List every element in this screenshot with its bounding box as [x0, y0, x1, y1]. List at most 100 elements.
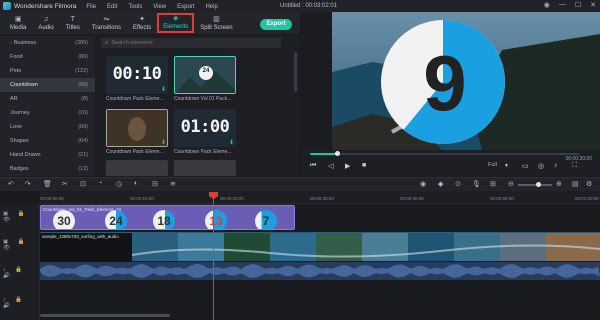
zoom-in-icon[interactable]: ⊕ [556, 180, 562, 188]
category-pets[interactable]: Pets (122) [0, 64, 95, 78]
delete-icon[interactable]: 🗑 [43, 180, 52, 188]
music-note-icon: ♫ [43, 16, 49, 23]
track-head-elements[interactable]: ▣ 🔒 👁 [3, 211, 39, 223]
tab-titles[interactable]: T Titles [60, 12, 86, 34]
element-thumb-6[interactable] [174, 160, 236, 176]
crop-icon[interactable]: ⊡ [80, 180, 86, 188]
playhead[interactable] [213, 193, 214, 320]
download-icon[interactable]: ⬇ [161, 139, 166, 146]
countdown-circle-thumb: 30 [53, 210, 75, 229]
download-icon[interactable]: ⬇ [161, 86, 166, 93]
element-clip[interactable]: Countdown_Vol_01_Pack_Element_18 30 24 1… [40, 205, 295, 230]
play-icon[interactable]: ▶ [345, 162, 350, 170]
video-clip[interactable]: sample_1280x720_surfing_with_audio [40, 232, 600, 261]
time-ruler[interactable]: 00:00:00:00 00:00:10:00 00:00:20:00 00:0… [40, 191, 600, 204]
zoom-slider-handle[interactable] [536, 182, 542, 187]
category-ar[interactable]: AR (8) [0, 92, 95, 106]
snapshot-icon[interactable]: ⊞ [490, 180, 496, 188]
category-food[interactable]: Food (86) [0, 50, 95, 64]
duration-icon[interactable]: ◷ [116, 180, 122, 188]
search-icon: ⌕ [105, 39, 109, 46]
app-name: Wondershare Filmora [14, 2, 77, 10]
undo-icon[interactable]: ↶ [8, 180, 14, 188]
element-label-4: Countdown Pack Eleme... [174, 149, 232, 155]
mask-icon[interactable]: ⊙ [455, 180, 461, 188]
download-icon[interactable]: ⬇ [229, 139, 234, 146]
playback-scrubber[interactable] [335, 151, 340, 156]
zoom-out-icon[interactable]: ⊖ [508, 180, 514, 188]
close-icon[interactable]: ✕ [590, 1, 596, 9]
menu-file[interactable]: File [86, 4, 96, 10]
marker-icon[interactable]: ◆ [438, 180, 443, 188]
fullscreen-icon[interactable]: ⛶ [572, 162, 577, 170]
category-business[interactable]: › Business (389) [0, 36, 95, 50]
element-thumb-5[interactable] [106, 160, 168, 176]
timeline-toolbar: ↶ ↷ 🗑 ✂ ⊡ ◔ ◷ ◐ ⊟ ≋ ◉ ◆ ⊙ 🎙 ⊞ ⊖ ⊕ ▤ ⚙ [0, 177, 600, 191]
tab-split-screen[interactable]: ▥ Split Screen [194, 12, 238, 34]
menu-view[interactable]: View [153, 4, 166, 10]
tab-transitions[interactable]: ⇋ Transitions [86, 12, 127, 34]
category-love[interactable]: Love (69) [0, 120, 95, 134]
playback-progress[interactable] [310, 151, 580, 156]
minimize-icon[interactable]: — [559, 1, 566, 9]
fit-timeline-icon[interactable]: ▤ [572, 180, 579, 188]
element-thumb-2[interactable]: 24 [174, 56, 236, 94]
previous-frame-icon[interactable]: ⏮ [310, 162, 316, 170]
color-icon[interactable]: ◐ [134, 180, 138, 187]
category-shapes[interactable]: Shapes (64) [0, 134, 95, 148]
export-button[interactable]: Export [260, 19, 292, 30]
search-box[interactable]: ⌕ [101, 38, 281, 48]
category-hand-drawn[interactable]: Hand Drawn (21) [0, 148, 95, 162]
step-back-icon[interactable]: ◁ [328, 162, 333, 170]
element-thumb-3[interactable]: ⬇ [106, 109, 168, 147]
maximize-icon[interactable]: ☐ [575, 1, 581, 9]
audio-wave-icon[interactable]: ≋ [170, 180, 176, 188]
menu-edit[interactable]: Edit [107, 4, 117, 10]
track-head-video[interactable]: ▣ 🔒 👁 [3, 239, 39, 251]
snapshot-icon[interactable]: ◎ [538, 162, 544, 170]
tab-effects[interactable]: ✦ Effects [127, 12, 157, 34]
quality-select[interactable]: Full [488, 162, 497, 168]
grid-scrollbar[interactable] [294, 52, 297, 92]
video-filmstrip [40, 233, 600, 261]
timeline-scrollbar[interactable] [40, 314, 170, 317]
playback-controls: 00:00:20:20 ⏮ ◁ ▶ ■ Full ▼ ▭ ◎ ♪ ⛶ [300, 150, 600, 176]
chevron-down-icon[interactable]: ▼ [504, 163, 509, 169]
stop-icon[interactable]: ■ [362, 162, 366, 169]
category-journey[interactable]: Journey (16) [0, 106, 95, 120]
account-icon[interactable]: ◉ [544, 1, 550, 9]
menu-help[interactable]: Help [205, 4, 217, 10]
track-headers: ▣ 🔒 👁 ▣ 🔒 👁 ♪ 🔒 🔊 ♪ 🔒 🔊 [0, 204, 40, 320]
menu-tools[interactable]: Tools [128, 4, 142, 10]
element-thumb-4[interactable]: 01:00 ⬇ [174, 109, 236, 147]
tab-media[interactable]: ▣ Media [4, 12, 32, 34]
audio-clip[interactable] [40, 262, 600, 280]
playback-progress-fill [310, 153, 337, 155]
tab-elements[interactable]: ◈ Elements [157, 13, 195, 33]
settings-icon[interactable]: ⚙ [586, 180, 592, 188]
record-voice-icon[interactable]: 🎙 [472, 180, 481, 188]
render-icon[interactable]: ▭ [522, 162, 529, 170]
volume-icon[interactable]: ♪ [554, 162, 558, 169]
menu-export[interactable]: Export [177, 4, 194, 10]
cut-icon[interactable]: ✂ [62, 180, 68, 188]
ruler-label: 00:01:00:00 [575, 196, 599, 201]
ruler-label: 00:00:50:00 [490, 196, 514, 201]
category-badges[interactable]: Badges (12) [0, 162, 95, 176]
speed-icon[interactable]: ◔ [98, 180, 102, 187]
search-input[interactable] [111, 40, 262, 46]
redo-icon[interactable]: ↷ [25, 180, 31, 188]
countdown-overlay: 9 [381, 20, 505, 144]
preview-window: 9 [332, 12, 600, 150]
tab-audio[interactable]: ♫ Audio [32, 12, 59, 34]
elements-icon: ◈ [173, 15, 179, 22]
adjust-icon[interactable]: ⊟ [152, 180, 158, 188]
transition-icon: ⇋ [103, 16, 110, 23]
track-head-audio[interactable]: ♪ 🔒 🔊 [3, 267, 39, 279]
category-countdown[interactable]: Countdown (68) [0, 78, 95, 92]
render-preview-icon[interactable]: ◉ [420, 180, 426, 188]
element-thumb-1[interactable]: 00:10 ⬇ [106, 56, 168, 94]
audio-waveform [40, 264, 600, 278]
track-head-audio-2[interactable]: ♪ 🔒 🔊 [3, 297, 39, 309]
zoom-slider[interactable] [518, 182, 552, 187]
